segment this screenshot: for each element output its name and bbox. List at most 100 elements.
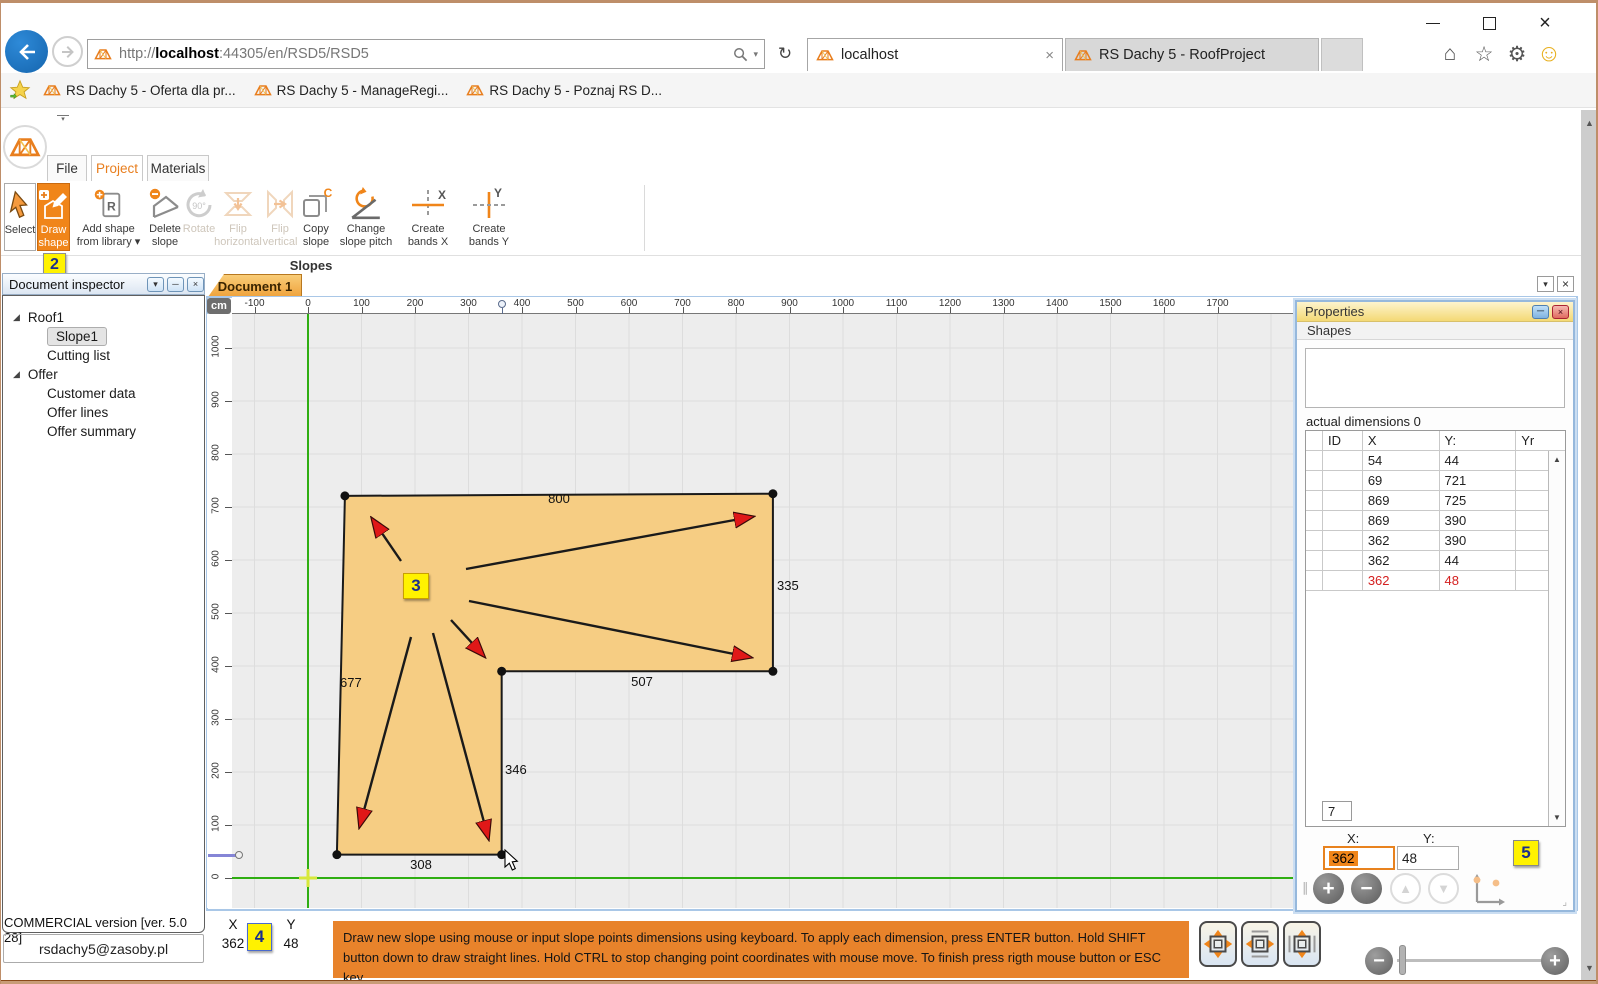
properties-minimize-button[interactable]: ─ <box>1532 305 1549 319</box>
ribbon-tab-materials[interactable]: Materials <box>147 155 209 181</box>
y-coordinate-input[interactable]: 48 <box>1397 846 1459 870</box>
tree-item-roof1[interactable]: ◢Roof1 <box>13 308 64 327</box>
add-favorite-star-icon[interactable] <box>9 79 31 101</box>
ribbon-button-delete-slope[interactable]: Delete slope <box>147 183 183 251</box>
expander-icon[interactable]: ◢ <box>13 369 20 380</box>
tree-item-offer-lines[interactable]: Offer lines <box>47 403 108 422</box>
tab-label: localhost <box>841 47 898 63</box>
zoom-fit-all-button[interactable] <box>1199 921 1237 967</box>
zoom-fit-horizontal-button[interactable] <box>1241 921 1279 967</box>
selected-text: 362 <box>1329 851 1358 866</box>
tree-item-cutting-list[interactable]: Cutting list <box>47 346 110 365</box>
dimensions-table-scrollbar[interactable]: ▲ ▼ <box>1548 451 1565 826</box>
document-close-button[interactable]: × <box>1557 276 1574 292</box>
x-coordinate-input[interactable]: 362 <box>1323 846 1395 870</box>
document-inspector-titlebar[interactable]: Document inspector ▾ ─ × <box>2 273 205 295</box>
table-row[interactable]: 362390 <box>1306 531 1565 551</box>
back-button[interactable] <box>5 30 48 73</box>
forward-button[interactable] <box>52 36 83 67</box>
zoom-slider-track[interactable] <box>1397 959 1543 962</box>
inspector-minimize-button[interactable]: ─ <box>167 277 184 292</box>
home-icon[interactable]: ⌂ <box>1435 39 1465 69</box>
dimensions-table[interactable]: IDXY:Yr 54446972186972586939036239036244… <box>1305 430 1566 827</box>
resize-grip-icon[interactable]: ⌟ <box>1562 897 1567 908</box>
zoom-fit-vertical-button[interactable] <box>1283 921 1321 967</box>
new-tab-button[interactable] <box>1321 38 1363 71</box>
tree-item-offer[interactable]: ◢Offer <box>13 365 58 384</box>
inspector-close-button[interactable]: × <box>187 277 204 292</box>
zoom-slider-handle[interactable] <box>1399 945 1406 975</box>
x-coordinate-label: X: <box>1347 831 1359 846</box>
tree-item-offer-summary[interactable]: Offer summary <box>47 422 136 441</box>
scrollbar-up-icon[interactable]: ▲ <box>1581 118 1598 128</box>
ribbon-button-select[interactable]: Select <box>4 183 36 251</box>
ribbon-button-copy-slope[interactable]: CCopy slope <box>298 183 334 251</box>
table-row[interactable]: 36248 <box>1306 571 1565 591</box>
table-row[interactable]: 869390 <box>1306 511 1565 531</box>
forward-arrow-icon <box>59 43 77 61</box>
page-scrollbar[interactable]: ▲ ▼ <box>1581 110 1598 981</box>
table-row[interactable]: 5444 <box>1306 451 1565 471</box>
tree-item-slope1[interactable]: Slope1 <box>47 327 107 346</box>
ribbon-button-create-bands-y[interactable]: YCreate bands Y <box>459 183 519 251</box>
point-count-input[interactable]: 7 <box>1322 801 1352 821</box>
settings-gear-icon[interactable]: ⚙ <box>1502 39 1532 69</box>
ribbon-button-create-bands-x[interactable]: XCreate bands X <box>398 183 458 251</box>
favorite-item-0[interactable]: RS Dachy 5 - Oferta dla pr... <box>43 83 236 98</box>
move-point-down-button[interactable]: ▼ <box>1428 873 1459 904</box>
refresh-button[interactable]: ↻ <box>769 39 801 69</box>
search-dropdown-caret-icon[interactable]: ▾ <box>753 49 758 60</box>
add-point-button[interactable]: + <box>1313 873 1344 904</box>
ribbon-button-add-shape-from-library[interactable]: RAdd shape from library ▾ <box>72 183 145 251</box>
window-bottom-border <box>1 980 1598 984</box>
window-minimize-button[interactable] <box>1413 11 1453 35</box>
tutorial-badge-5: 5 <box>1513 840 1539 866</box>
inspector-menu-button[interactable]: ▾ <box>147 277 164 292</box>
toolbar-grip-icon[interactable]: ∥ <box>1302 880 1309 896</box>
roof-logo-icon <box>43 84 61 96</box>
window-maximize-button[interactable] <box>1469 11 1509 35</box>
favorites-star-icon[interactable]: ☆ <box>1469 39 1499 69</box>
quick-access-caret-icon[interactable]: ▾ <box>57 115 69 124</box>
document-tab[interactable]: Document 1 <box>208 274 302 297</box>
document-list-caret-button[interactable]: ▾ <box>1537 276 1554 292</box>
tree-item-label: Customer data <box>47 386 136 401</box>
table-cell: 44 <box>1440 551 1517 570</box>
expander-icon[interactable]: ◢ <box>13 312 20 323</box>
table-header-X: X <box>1363 431 1440 450</box>
shapes-list[interactable] <box>1305 348 1565 408</box>
ruler-tick <box>225 825 232 826</box>
ribbon-button-draw-shape[interactable]: Draw shape <box>37 183 70 251</box>
table-row[interactable]: 869725 <box>1306 491 1565 511</box>
axis-origin-icon[interactable] <box>1465 870 1509 913</box>
move-point-up-button[interactable]: ▲ <box>1390 873 1421 904</box>
zoom-out-button[interactable]: − <box>1365 947 1393 975</box>
dimensions-table-header: IDXY:Yr <box>1306 431 1565 451</box>
browser-tab-localhost[interactable]: localhost × <box>807 38 1063 71</box>
properties-titlebar[interactable]: Properties ─ × <box>1297 302 1573 322</box>
tree-item-customer-data[interactable]: Customer data <box>47 384 136 403</box>
browser-tab-roofproject[interactable]: RS Dachy 5 - RoofProject <box>1065 38 1319 71</box>
tab-close-icon[interactable]: × <box>1045 47 1054 64</box>
ruler-tick-label: 200 <box>399 298 431 309</box>
feedback-smiley-icon[interactable]: ☺ <box>1534 39 1564 69</box>
scroll-up-icon[interactable]: ▲ <box>1549 455 1565 464</box>
actual-dimensions-label: actual dimensions 0 <box>1306 414 1421 429</box>
app-logo[interactable] <box>3 125 47 169</box>
table-row[interactable]: 36244 <box>1306 551 1565 571</box>
favorite-item-2[interactable]: RS Dachy 5 - Poznaj RS D... <box>466 83 662 98</box>
properties-close-button[interactable]: × <box>1552 305 1569 319</box>
table-row[interactable]: 69721 <box>1306 471 1565 491</box>
scroll-down-icon[interactable]: ▼ <box>1549 813 1565 822</box>
favorite-item-1[interactable]: RS Dachy 5 - ManageRegi... <box>254 83 449 98</box>
window-close-button[interactable]: × <box>1525 11 1565 35</box>
scrollbar-down-icon[interactable]: ▼ <box>1581 963 1598 973</box>
roof-logo-icon <box>816 49 834 61</box>
ribbon-tab-project[interactable]: Project <box>91 155 143 181</box>
zoom-in-button[interactable]: + <box>1541 947 1569 975</box>
address-bar[interactable]: http://localhost:44305/en/RSD5/RSD5 ▾ <box>87 39 765 69</box>
ribbon-button-change-slope-pitch[interactable]: Change slope pitch <box>335 183 397 251</box>
remove-point-button[interactable]: − <box>1351 873 1382 904</box>
search-icon[interactable] <box>733 47 748 62</box>
ribbon-tab-file[interactable]: File <box>47 155 87 181</box>
